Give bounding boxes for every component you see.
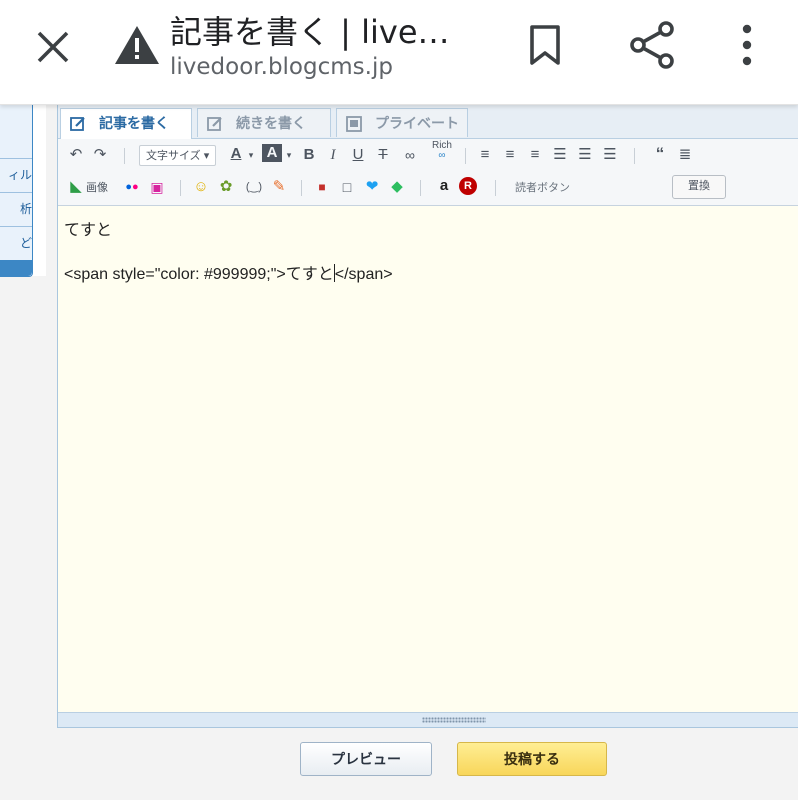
sidebar-background	[0, 276, 46, 800]
sidebar-item-2[interactable]: ィル	[0, 158, 32, 193]
warning-icon[interactable]	[112, 22, 162, 68]
numbered-list-icon[interactable]: ☰	[601, 145, 619, 165]
post-button[interactable]: 投稿する	[457, 742, 607, 776]
emoji-icon[interactable]: ☺	[192, 177, 210, 197]
close-icon[interactable]	[30, 24, 76, 70]
image-label[interactable]: 画像	[86, 178, 118, 198]
sidebar-item-1[interactable]	[0, 124, 32, 159]
twitter-icon[interactable]: ❤	[363, 177, 381, 197]
text-color-icon[interactable]: A	[226, 144, 246, 164]
more-tag-icon[interactable]: ≣	[676, 145, 694, 165]
sticker-icon[interactable]: ✿	[217, 177, 235, 197]
page-url[interactable]: livedoor.blogcms.jp	[170, 54, 393, 80]
rakuten-icon[interactable]: R	[459, 177, 477, 195]
italic-icon[interactable]: I	[324, 145, 342, 165]
chevron-down-icon[interactable]: ▾	[246, 145, 256, 165]
undo-icon[interactable]: ↶	[67, 145, 85, 165]
toolbar-separator	[634, 148, 635, 164]
font-size-dropdown[interactable]: 文字サイズ ▾	[139, 145, 217, 166]
blog-editor: 記事を書く 続きを書く プライベート ↶ ↷ 文字サイズ ▾ A ▾ A ▾ B…	[57, 104, 798, 728]
youtube-icon[interactable]: ■	[313, 177, 331, 197]
tab-continue-writing[interactable]: 続きを書く	[197, 108, 331, 137]
sidebar-bottom-bar	[0, 260, 32, 276]
toolbar-separator	[420, 180, 421, 196]
reader-button[interactable]: 読者ボタン	[515, 179, 570, 195]
editor-tabs: 記事を書く 続きを書く プライベート	[58, 105, 798, 139]
toolbar-separator	[465, 148, 466, 164]
evernote-icon[interactable]: ◆	[388, 177, 406, 197]
tab-write-article[interactable]: 記事を書く	[60, 108, 192, 139]
align-center-icon[interactable]: ≡	[501, 145, 519, 165]
align-right-icon[interactable]: ≡	[526, 145, 544, 165]
niconico-icon[interactable]: □	[338, 177, 356, 197]
sidebar-item-4[interactable]: ど	[0, 226, 32, 260]
toolbar-separator	[301, 180, 302, 196]
edit-more-icon	[207, 117, 222, 131]
toolbar-separator	[124, 148, 125, 164]
replace-button[interactable]: 置換	[672, 175, 726, 199]
more-options-icon[interactable]	[730, 20, 764, 70]
redo-icon[interactable]: ↷	[91, 145, 109, 165]
content-line-2: <span style="color: #999999;">てすと</span>	[64, 260, 393, 284]
content-line-1: てすと	[64, 222, 113, 239]
tab-private[interactable]: プライベート	[336, 108, 468, 137]
deco-icon[interactable]: ✎	[270, 177, 288, 197]
amazon-icon[interactable]: a	[435, 176, 453, 196]
edit-icon	[70, 117, 85, 131]
image-icon[interactable]: ◣	[67, 177, 85, 197]
toolbar-separator	[180, 180, 181, 196]
bookmark-icon[interactable]	[524, 22, 566, 68]
toolbar-row-1: ↶ ↷ 文字サイズ ▾ A ▾ A ▾ B I U T ∞ Rich ∞ ≡ ≡ …	[58, 141, 798, 175]
page-title[interactable]: 記事を書く | live…	[170, 7, 470, 53]
strikethrough-icon[interactable]: T	[374, 145, 392, 165]
kaomoji-icon[interactable]: (‿)	[242, 177, 266, 197]
content-text-after-caret: </span>	[334, 266, 393, 283]
private-note-icon	[346, 116, 362, 132]
flickr-icon[interactable]: ●●	[121, 177, 143, 197]
tab-label: 記事を書く	[99, 115, 169, 131]
align-justify-icon[interactable]: ☰	[551, 145, 569, 165]
underline-icon[interactable]: U	[349, 145, 367, 165]
font-size-label: 文字サイズ	[146, 150, 201, 162]
editor-resize-handle[interactable]	[58, 712, 798, 727]
preview-button[interactable]: プレビュー	[300, 742, 432, 776]
chevron-down-icon[interactable]: ▾	[284, 145, 294, 165]
editor-content-area[interactable]: てすと <span style="color: #999999;">てすと</s…	[58, 206, 798, 712]
tab-label: プライベート	[375, 115, 459, 131]
sidebar: ィル 析 ど	[0, 104, 33, 277]
editor-toolbar: ↶ ↷ 文字サイズ ▾ A ▾ A ▾ B I U T ∞ Rich ∞ ≡ ≡ …	[58, 139, 798, 206]
toolbar-separator	[495, 180, 496, 196]
instagram-icon[interactable]: ▣	[148, 177, 166, 197]
browser-top-bar: 記事を書く | live… livedoor.blogcms.jp	[0, 0, 798, 105]
rich-link-button[interactable]: Rich ∞	[428, 141, 456, 161]
resize-grip-icon	[422, 717, 486, 723]
share-icon[interactable]	[628, 20, 676, 70]
highlight-color-icon[interactable]: A	[262, 144, 282, 162]
link-icon[interactable]: ∞	[399, 145, 421, 165]
align-left-icon[interactable]: ≡	[476, 145, 494, 165]
rich-link-icon: ∞	[438, 150, 446, 161]
sidebar-item-3[interactable]: 析	[0, 192, 32, 227]
content-text-before-caret: <span style="color: #999999;">てすと	[64, 266, 334, 283]
bullet-list-icon[interactable]: ☰	[576, 145, 594, 165]
blockquote-icon[interactable]: “	[651, 144, 669, 164]
bold-icon[interactable]: B	[300, 145, 318, 165]
tab-label: 続きを書く	[236, 115, 306, 131]
